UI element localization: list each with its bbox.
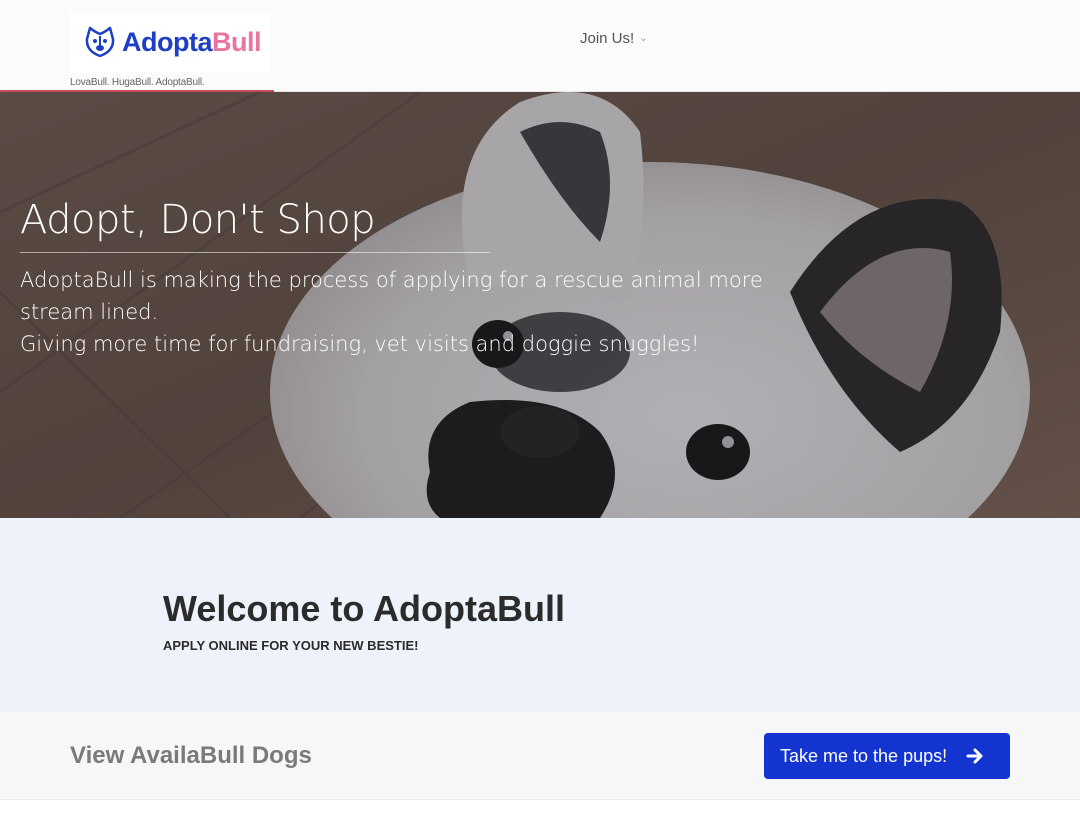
view-dogs-label: View AvailaBull Dogs [70,742,312,769]
logo[interactable]: AdoptaBull [70,12,270,72]
tagline: LovaBull. HugaBull. AdoptaBull. [70,77,205,88]
welcome-heading: Welcome to AdoptaBull [163,588,566,629]
chevron-down-icon: ⌄ [639,33,648,44]
nav-join-us[interactable]: Join Us! ⌄ [580,30,648,47]
logo-text-bull: Bull [211,26,262,57]
logo-text: AdoptaBull [122,27,261,58]
logo-text-adopta: Adopta [122,26,212,57]
take-me-to-pups-button[interactable]: Take me to the pups! [764,733,1010,779]
welcome-section: Welcome to AdoptaBull APPLY ONLINE FOR Y… [0,518,1080,712]
cta-band: View AvailaBull Dogs Take me to the pups… [0,712,1080,800]
hero-banner: Adopt, Don't Shop AdoptaBull is making t… [0,92,1080,518]
hero-description-line-2: Giving more time for fundraising, vet vi… [20,332,700,356]
hero-description-line-1: AdoptaBull is making the process of appl… [20,268,763,324]
nav-join-us-label: Join Us! [580,30,635,47]
hero-description: AdoptaBull is making the process of appl… [20,264,840,360]
welcome-subtitle: APPLY ONLINE FOR YOUR NEW BESTIE! [163,638,419,653]
arrow-right-icon [966,748,983,764]
hero-title: Adopt, Don't Shop [20,197,376,243]
take-me-to-pups-button-label: Take me to the pups! [780,745,948,766]
hero-divider [20,252,490,253]
dog-face-logo-icon [85,26,115,58]
site-header: AdoptaBull LovaBull. HugaBull. AdoptaBul… [0,0,1080,92]
